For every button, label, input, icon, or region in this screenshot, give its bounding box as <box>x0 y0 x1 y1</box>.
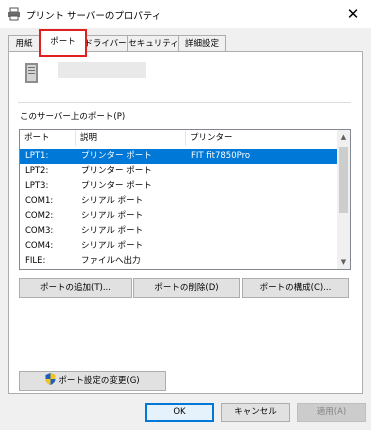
configure-port-button[interactable]: ポートの構成(C)... <box>242 278 349 298</box>
port-row[interactable]: COM2: シリアル ポート <box>20 209 338 224</box>
window-title: プリント サーバーのプロパティ <box>26 11 162 22</box>
column-header-description[interactable]: 説明 <box>76 130 186 146</box>
title-bar: プリント サーバーのプロパティ ✕ <box>0 0 371 28</box>
port-row[interactable]: COM3: シリアル ポート <box>20 224 338 239</box>
shield-icon <box>45 373 56 385</box>
port-list[interactable]: ポート 説明 プリンター LPT1: プリンター ポート FIT fit7850Pr… <box>19 129 351 270</box>
delete-port-button[interactable]: ポートの削除(D) <box>133 278 240 298</box>
add-port-button[interactable]: ポートの追加(T)... <box>19 278 132 298</box>
tab-security[interactable]: セキュリティ <box>127 35 180 52</box>
port-row[interactable]: FILE: ファイルへ出力 <box>20 254 338 269</box>
tab-drivers[interactable]: ドライバー <box>82 35 129 52</box>
scroll-up-arrow-icon[interactable]: ▲ <box>337 132 350 142</box>
column-header-printer[interactable]: プリンター <box>186 130 337 146</box>
server-name-redacted <box>58 62 146 78</box>
printer-icon <box>8 7 20 21</box>
port-rows: LPT1: プリンター ポート FIT fit7850Pro LPT2: プリンター … <box>20 149 338 269</box>
column-header-port[interactable]: ポート <box>20 130 76 146</box>
port-row[interactable]: COM4: シリアル ポート <box>20 239 338 254</box>
scroll-down-arrow-icon[interactable]: ▼ <box>337 257 350 267</box>
ports-section-label: このサーバー上のポート(P) <box>20 112 126 122</box>
apply-button: 適用(A) <box>297 403 366 422</box>
tab-ports[interactable]: ポート <box>39 29 87 57</box>
scroll-thumb[interactable] <box>339 147 348 213</box>
close-icon: ✕ <box>346 5 360 23</box>
port-row[interactable]: COM1: シリアル ポート <box>20 194 338 209</box>
close-button[interactable]: ✕ <box>340 3 366 25</box>
change-port-settings-button[interactable]: ポート設定の変更(G) <box>19 371 166 391</box>
separator <box>18 102 351 103</box>
server-icon <box>25 63 38 83</box>
port-row[interactable]: LPT1: プリンター ポート FIT fit7850Pro <box>20 149 338 164</box>
tab-paper[interactable]: 用紙 <box>8 35 40 52</box>
vertical-scrollbar[interactable]: ▲ ▼ <box>337 130 350 269</box>
port-row[interactable]: LPT2: プリンター ポート <box>20 164 338 179</box>
ok-button[interactable]: OK <box>145 403 214 422</box>
port-row[interactable]: LPT3: プリンター ポート <box>20 179 338 194</box>
cancel-button[interactable]: キャンセル <box>221 403 290 422</box>
tab-advanced[interactable]: 詳細設定 <box>178 35 226 52</box>
